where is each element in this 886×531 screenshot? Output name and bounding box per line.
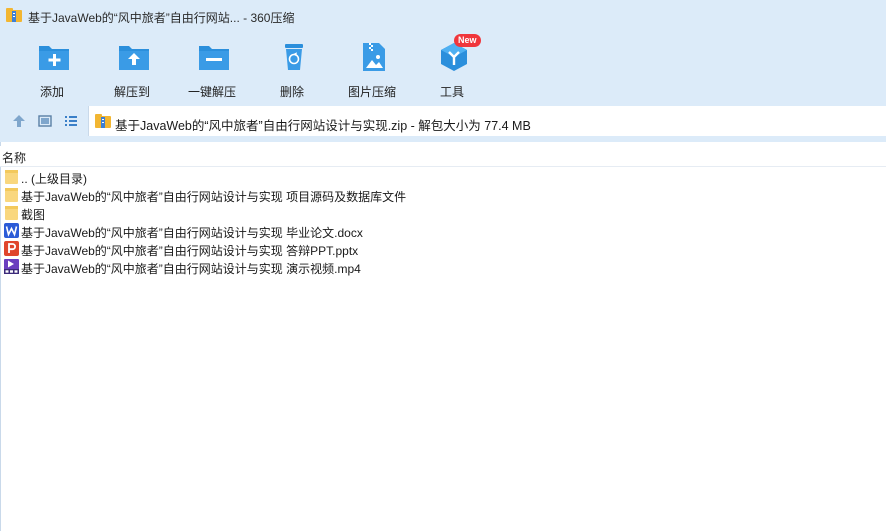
add-label: 添加 bbox=[39, 85, 64, 99]
list-item-source-folder[interactable]: 基于JavaWeb的“风中旅者”自由行网站设计与实现 项目源码及数据库文件 bbox=[0, 186, 886, 204]
word-doc-icon bbox=[4, 223, 19, 238]
extract-to-button[interactable]: 解压到 bbox=[96, 36, 168, 99]
one-click-extract-icon bbox=[199, 46, 229, 70]
archive-app-icon bbox=[6, 8, 22, 22]
list-item-docx[interactable]: 基于JavaWeb的“风中旅者”自由行网站设计与实现 毕业论文.docx bbox=[0, 222, 886, 240]
image-compress-label: 图片压缩 bbox=[347, 85, 396, 99]
column-header[interactable]: 名称 bbox=[0, 146, 886, 167]
add-icon bbox=[39, 46, 69, 70]
add-button[interactable]: 添加 bbox=[16, 36, 88, 99]
archive-path: 基于JavaWeb的“风中旅者”自由行网站设计与实现.zip - 解包大小为 7… bbox=[115, 119, 531, 133]
folder-icon bbox=[5, 206, 18, 220]
list-item-name: 基于JavaWeb的“风中旅者”自由行网站设计与实现 毕业论文.docx bbox=[21, 226, 363, 240]
list-item-name: .. (上级目录) bbox=[21, 172, 87, 186]
list-view-icon[interactable] bbox=[64, 114, 78, 128]
powerpoint-icon bbox=[4, 241, 19, 256]
image-compress-icon bbox=[363, 43, 385, 71]
image-compress-button[interactable]: 图片压缩 bbox=[336, 36, 408, 99]
folder-icon bbox=[5, 170, 18, 184]
list-item-parent-dir[interactable]: .. (上级目录) bbox=[0, 168, 886, 186]
new-badge: New bbox=[454, 34, 481, 47]
folder-icon bbox=[5, 188, 18, 202]
address-field[interactable]: 基于JavaWeb的“风中旅者”自由行网站设计与实现.zip - 解包大小为 7… bbox=[88, 106, 886, 136]
address-bar: 基于JavaWeb的“风中旅者”自由行网站设计与实现.zip - 解包大小为 7… bbox=[0, 100, 886, 142]
list-item-name: 截图 bbox=[21, 208, 46, 222]
one-click-extract-label: 一键解压 bbox=[187, 85, 236, 99]
delete-icon bbox=[285, 44, 303, 70]
extract-to-icon bbox=[119, 46, 149, 70]
delete-button[interactable]: 删除 bbox=[256, 36, 328, 99]
up-arrow-icon[interactable] bbox=[12, 114, 26, 128]
thumbnail-view-icon[interactable] bbox=[38, 114, 52, 128]
list-item-name: 基于JavaWeb的“风中旅者”自由行网站设计与实现 项目源码及数据库文件 bbox=[21, 190, 407, 204]
list-item-name: 基于JavaWeb的“风中旅者”自由行网站设计与实现 演示视频.mp4 bbox=[21, 262, 361, 276]
tools-button[interactable]: New 工具 bbox=[416, 34, 488, 99]
delete-label: 删除 bbox=[279, 85, 304, 99]
video-file-icon bbox=[4, 259, 19, 274]
list-item-pptx[interactable]: 基于JavaWeb的“风中旅者”自由行网站设计与实现 答辩PPT.pptx bbox=[0, 240, 886, 258]
title-bar: 基于JavaWeb的“风中旅者”自由行网站... - 360压缩 bbox=[0, 0, 886, 30]
column-name-label: 名称 bbox=[2, 151, 27, 165]
extract-to-label: 解压到 bbox=[113, 85, 150, 99]
toolbar: 添加 解压到 一键解压 删除 图片压缩 New 工具 bbox=[0, 30, 886, 100]
list-item-mp4[interactable]: 基于JavaWeb的“风中旅者”自由行网站设计与实现 演示视频.mp4 bbox=[0, 258, 886, 276]
list-item-screenshots-folder[interactable]: 截图 bbox=[0, 204, 886, 222]
window-title: 基于JavaWeb的“风中旅者”自由行网站... - 360压缩 bbox=[28, 11, 295, 25]
zip-archive-icon bbox=[95, 114, 111, 128]
one-click-extract-button[interactable]: 一键解压 bbox=[176, 36, 248, 99]
file-list: .. (上级目录) 基于JavaWeb的“风中旅者”自由行网站设计与实现 项目源… bbox=[0, 168, 886, 276]
tools-label: 工具 bbox=[439, 85, 464, 99]
list-item-name: 基于JavaWeb的“风中旅者”自由行网站设计与实现 答辩PPT.pptx bbox=[21, 244, 359, 258]
